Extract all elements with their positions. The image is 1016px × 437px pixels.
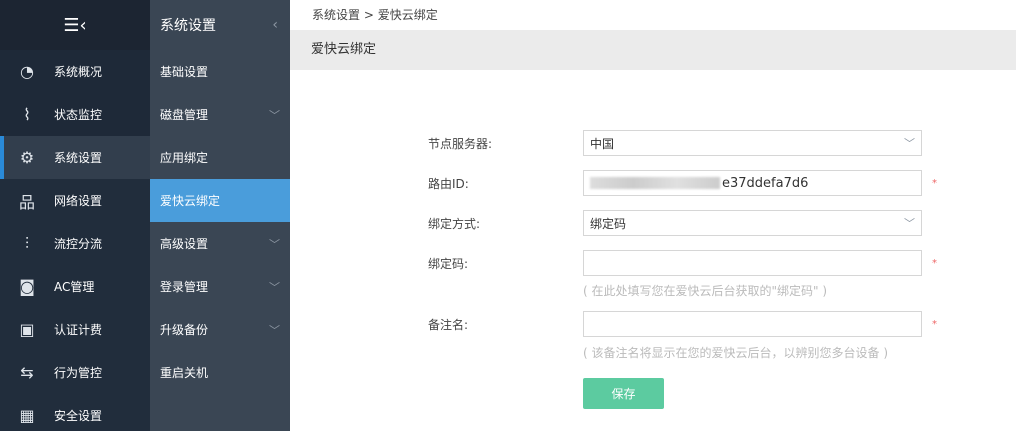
nav-item-network[interactable]: 品 网络设置 [0, 179, 150, 222]
gauge-icon: ◔ [20, 62, 34, 81]
network-icon: 品 [18, 192, 35, 212]
method-label: 绑定方式: [428, 216, 481, 231]
chevron-down-icon: ﹀ [269, 280, 280, 294]
route-id-label: 路由ID: [428, 176, 469, 191]
collapse-menu-button[interactable]: ☰‹ [0, 0, 150, 50]
nav-label: 网络设置 [54, 194, 103, 208]
breadcrumb: 系统设置 > 爱快云绑定 [290, 0, 1016, 30]
route-id-value: e37ddefa7d6 [722, 175, 809, 191]
swap-icon: ⇆ [20, 363, 34, 382]
nav-label: AC管理 [54, 280, 95, 294]
menu-collapse-icon: ☰‹ [63, 14, 87, 36]
nav-item-overview[interactable]: ◔ 系统概况 [0, 50, 150, 93]
required-mark: * [932, 318, 937, 330]
chevron-down-icon: ﹀ [904, 217, 915, 230]
code-hint: ( 在此处填写您在爱快云后台获取的"绑定码" ) [583, 284, 828, 298]
subnav-label: 爱快云绑定 [160, 194, 221, 208]
required-mark: * [932, 177, 937, 189]
subnav-label: 登录管理 [160, 280, 209, 294]
chevron-down-icon: ﹀ [269, 323, 280, 337]
breadcrumb-current: 爱快云绑定 [377, 8, 438, 22]
subnav-login[interactable]: 登录管理 ﹀ [150, 265, 290, 308]
redacted-region [590, 177, 720, 189]
subnav-label: 基础设置 [160, 65, 209, 79]
subnav-upgrade[interactable]: 升级备份 ﹀ [150, 308, 290, 351]
submenu-title: 系统设置 [160, 18, 216, 34]
breadcrumb-separator: > [363, 8, 374, 22]
subnav-label: 高级设置 [160, 237, 209, 251]
nav-label: 流控分流 [54, 237, 103, 251]
secondary-sidebar: 系统设置 ‹ 基础设置 磁盘管理 ﹀ 应用绑定 爱快云绑定 高级设置 ﹀ 登录管理 ﹀ … [150, 0, 290, 431]
nav-label: 行为管控 [54, 366, 103, 380]
save-button[interactable]: 保存 [583, 378, 664, 409]
subnav-label: 应用绑定 [160, 151, 209, 165]
nav-item-auth[interactable]: ▣ 认证计费 [0, 308, 150, 351]
bind-code-input[interactable] [583, 250, 922, 276]
subnav-ikuai-cloud[interactable]: 爱快云绑定 [150, 179, 290, 222]
chevron-down-icon: ﹀ [269, 108, 280, 122]
pulse-icon: ⌇ [23, 105, 31, 124]
nav-label: 认证计费 [54, 323, 103, 337]
method-value: 绑定码 [590, 216, 627, 231]
nav-item-flow-control[interactable]: ⫶ 流控分流 [0, 222, 150, 265]
nav-label: 系统概况 [54, 65, 103, 79]
breadcrumb-parent[interactable]: 系统设置 [312, 8, 360, 22]
nav-label: 状态监控 [54, 108, 103, 122]
nav-label: 安全设置 [54, 409, 103, 423]
wifi-icon: ◙ [19, 277, 35, 296]
remark-hint: ( 该备注名将显示在您的爱快云后台，以辨别您多台设备 ) [583, 346, 888, 360]
bind-method-select[interactable]: 绑定码 ﹀ [583, 210, 922, 236]
page-title: 爱快云绑定 [290, 30, 1016, 70]
route-id-input[interactable]: e37ddefa7d6 [583, 170, 922, 196]
server-select[interactable]: 中国 ﹀ [583, 130, 922, 156]
required-mark: * [932, 257, 937, 269]
nav-item-ac[interactable]: ◙ AC管理 [0, 265, 150, 308]
server-label: 节点服务器: [428, 136, 493, 151]
subnav-label: 磁盘管理 [160, 108, 209, 122]
server-value: 中国 [590, 136, 615, 151]
subnav-advanced[interactable]: 高级设置 ﹀ [150, 222, 290, 265]
nav-item-behavior[interactable]: ⇆ 行为管控 [0, 351, 150, 394]
chevron-down-icon: ﹀ [904, 137, 915, 150]
subnav-app-bind[interactable]: 应用绑定 [150, 136, 290, 179]
nav-label: 系统设置 [54, 151, 103, 165]
subnav-reboot[interactable]: 重启关机 [150, 351, 290, 394]
nav-item-system-settings[interactable]: ⚙ 系统设置 [0, 136, 150, 179]
subnav-label: 升级备份 [160, 323, 209, 337]
chevron-left-icon[interactable]: ‹ [272, 17, 278, 33]
subnav-basic[interactable]: 基础设置 [150, 50, 290, 93]
chevron-down-icon: ﹀ [269, 237, 280, 251]
firewall-icon: ▦ [19, 406, 35, 425]
code-label: 绑定码: [428, 256, 469, 271]
id-card-icon: ▣ [19, 320, 35, 339]
remark-input[interactable] [583, 311, 922, 337]
subnav-label: 重启关机 [160, 366, 209, 380]
remark-label: 备注名: [428, 317, 469, 332]
gear-icon: ⚙ [19, 148, 35, 167]
subnav-disk[interactable]: 磁盘管理 ﹀ [150, 93, 290, 136]
sliders-icon: ⫶ [24, 233, 29, 253]
main-content: 系统设置 > 爱快云绑定 爱快云绑定 节点服务器: 中国 ﹀ 路由ID: e37dde… [290, 0, 1016, 431]
nav-item-monitor[interactable]: ⌇ 状态监控 [0, 93, 150, 136]
primary-sidebar: ☰‹ ◔ 系统概况 ⌇ 状态监控 ⚙ 系统设置 品 网络设置 ⫶ 流控分流 ◙ AC管理 ▣… [0, 0, 150, 431]
